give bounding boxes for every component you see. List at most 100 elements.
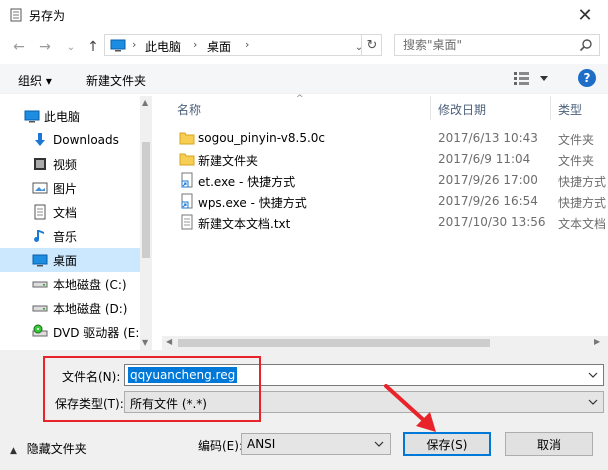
sidebar-item-dvd-drive[interactable]: DVD 驱动器 (E:) <box>0 320 144 344</box>
notepad-icon <box>10 8 22 22</box>
sidebar-item-label: 文档 <box>53 205 78 220</box>
cancel-button[interactable]: 取消 <box>505 432 593 456</box>
breadcrumb-desktop[interactable]: 桌面 <box>207 38 231 55</box>
file-name: wps.exe - 快捷方式 <box>198 196 307 210</box>
chevron-down-icon <box>374 441 384 447</box>
file-type: 快捷方式 <box>558 196 607 210</box>
file-row[interactable]: 新建文本文档.txt 2017/10/30 13:56 文本文档 <box>162 212 608 233</box>
scroll-left-icon[interactable]: ◀ <box>166 337 172 346</box>
sidebar-item-label: 图片 <box>53 181 78 196</box>
file-name: 新建文本文档.txt <box>198 217 291 231</box>
file-type: 文件夹 <box>558 133 595 147</box>
window-title: 另存为 <box>29 9 66 23</box>
cancel-button-label: 取消 <box>536 437 561 452</box>
column-header-type[interactable]: 类型 <box>558 101 582 118</box>
folder-icon <box>179 153 195 166</box>
search-box[interactable] <box>394 34 600 56</box>
drive-icon <box>32 281 48 288</box>
annotation-arrow-icon <box>384 384 436 432</box>
search-icon <box>579 39 592 52</box>
column-divider[interactable] <box>550 96 551 120</box>
shortcut-icon <box>181 172 193 188</box>
address-bar[interactable]: › 此电脑 › 桌面 › <box>104 34 382 56</box>
close-button[interactable]: ✕ <box>562 0 608 30</box>
sidebar-item-this-pc[interactable]: 此电脑 <box>0 104 140 128</box>
sidebar-item-label: 桌面 <box>53 253 78 268</box>
chevron-down-icon: ⌄ <box>66 41 76 53</box>
sidebar-item-label: Downloads <box>53 133 119 147</box>
sidebar-item-label: 音乐 <box>53 229 78 244</box>
search-input[interactable] <box>395 35 575 55</box>
scroll-right-icon[interactable]: ▶ <box>594 337 600 346</box>
scrollbar-thumb[interactable] <box>178 339 490 347</box>
sidebar-item-label: 视频 <box>53 157 78 172</box>
sidebar-item-drive-d[interactable]: 本地磁盘 (D:) <box>0 296 140 320</box>
scrollbar-thumb[interactable] <box>142 142 150 258</box>
organize-menu[interactable]: 组织 ▾ <box>18 72 52 89</box>
dvd-icon <box>32 324 48 337</box>
file-row[interactable]: wps.exe - 快捷方式 2017/9/26 16:54 快捷方式 <box>162 191 608 212</box>
folder-icon <box>179 132 195 145</box>
encoding-value: ANSI <box>247 437 276 451</box>
command-bar: 组织 ▾ 新建文件夹 ? <box>0 64 608 94</box>
forward-button[interactable]: → <box>36 38 54 56</box>
shortcut-icon <box>181 193 193 209</box>
sidebar-item-videos[interactable]: 视频 <box>0 152 140 176</box>
save-button[interactable]: 保存(S) <box>403 432 491 456</box>
hide-folders-toggle[interactable]: ▲ 隐藏文件夹 <box>10 440 87 457</box>
view-options-icon[interactable] <box>514 71 550 85</box>
sidebar-item-downloads[interactable]: Downloads <box>0 128 140 152</box>
picture-icon <box>32 182 48 194</box>
breadcrumb-separator: › <box>193 38 198 51</box>
title-bar: 另存为 ✕ <box>0 0 608 30</box>
breadcrumb-this-pc[interactable]: 此电脑 <box>145 38 181 55</box>
file-type: 快捷方式 <box>558 175 607 189</box>
column-header-date[interactable]: 修改日期 <box>438 101 486 118</box>
filename-field[interactable]: qqyuancheng.reg <box>124 364 604 386</box>
up-button[interactable]: ↑ <box>84 38 102 56</box>
scroll-up-icon[interactable]: ▲ <box>142 98 148 107</box>
scroll-down-icon[interactable]: ▼ <box>142 338 148 347</box>
column-header-row: ^ 名称 修改日期 类型 <box>162 94 608 120</box>
pc-icon <box>110 39 126 52</box>
sidebar-item-label: 本地磁盘 (D:) <box>53 301 128 316</box>
file-list: ^ 名称 修改日期 类型 sogou_pinyin-v8.5.0c 2017/6… <box>162 94 608 350</box>
chevron-down-icon[interactable] <box>587 368 599 382</box>
drive-icon <box>32 305 48 312</box>
file-row[interactable]: 新建文件夹 2017/6/9 11:04 文件夹 <box>162 149 608 170</box>
recent-locations-button[interactable]: ⌄ <box>62 38 80 56</box>
column-header-name[interactable]: 名称 <box>177 101 201 118</box>
sidebar-item-desktop[interactable]: 桌面 <box>0 248 140 272</box>
filetype-select[interactable]: 所有文件 (*.*) <box>124 391 604 413</box>
new-folder-button[interactable]: 新建文件夹 <box>86 72 146 89</box>
file-row[interactable]: et.exe - 快捷方式 2017/9/26 17:00 快捷方式 <box>162 170 608 191</box>
help-button[interactable]: ? <box>578 69 596 87</box>
refresh-button[interactable]: ↻ <box>361 34 382 56</box>
file-list-hscrollbar[interactable]: ◀ ▶ <box>162 336 608 350</box>
filetype-value: 所有文件 (*.*) <box>130 397 207 411</box>
text-file-icon <box>181 214 193 230</box>
back-button[interactable]: ← <box>10 38 28 56</box>
encoding-select[interactable]: ANSI <box>241 433 391 455</box>
arrow-up-icon: ↑ <box>87 39 99 55</box>
chevron-up-icon: ▲ <box>10 446 17 456</box>
breadcrumb-separator: › <box>132 38 137 51</box>
sidebar-item-label: DVD 驱动器 (E:) <box>53 325 145 340</box>
sidebar-scrollbar[interactable]: ▲ ▼ <box>140 96 152 350</box>
filetype-label: 保存类型(T): <box>55 397 124 411</box>
column-divider[interactable] <box>430 96 431 120</box>
sidebar-item-music[interactable]: 音乐 <box>0 224 140 248</box>
file-type: 文件夹 <box>558 154 595 168</box>
file-name: et.exe - 快捷方式 <box>198 175 296 189</box>
navigation-pane: 此电脑 Downloads 视频 图片 文档 音乐 桌面 本地磁盘 (C:) 本… <box>0 96 152 350</box>
file-name: sogou_pinyin-v8.5.0c <box>198 131 325 145</box>
sidebar-item-label: 此电脑 <box>44 109 81 124</box>
file-date: 2017/9/26 16:54 <box>438 194 538 208</box>
sidebar-item-documents[interactable]: 文档 <box>0 200 140 224</box>
sidebar-item-drive-c[interactable]: 本地磁盘 (C:) <box>0 272 140 296</box>
help-icon: ? <box>583 71 591 85</box>
sidebar-item-pictures[interactable]: 图片 <box>0 176 140 200</box>
filename-value[interactable]: qqyuancheng.reg <box>128 367 238 383</box>
file-row[interactable]: sogou_pinyin-v8.5.0c 2017/6/13 10:43 文件夹 <box>162 128 608 149</box>
chevron-down-icon <box>588 399 598 405</box>
